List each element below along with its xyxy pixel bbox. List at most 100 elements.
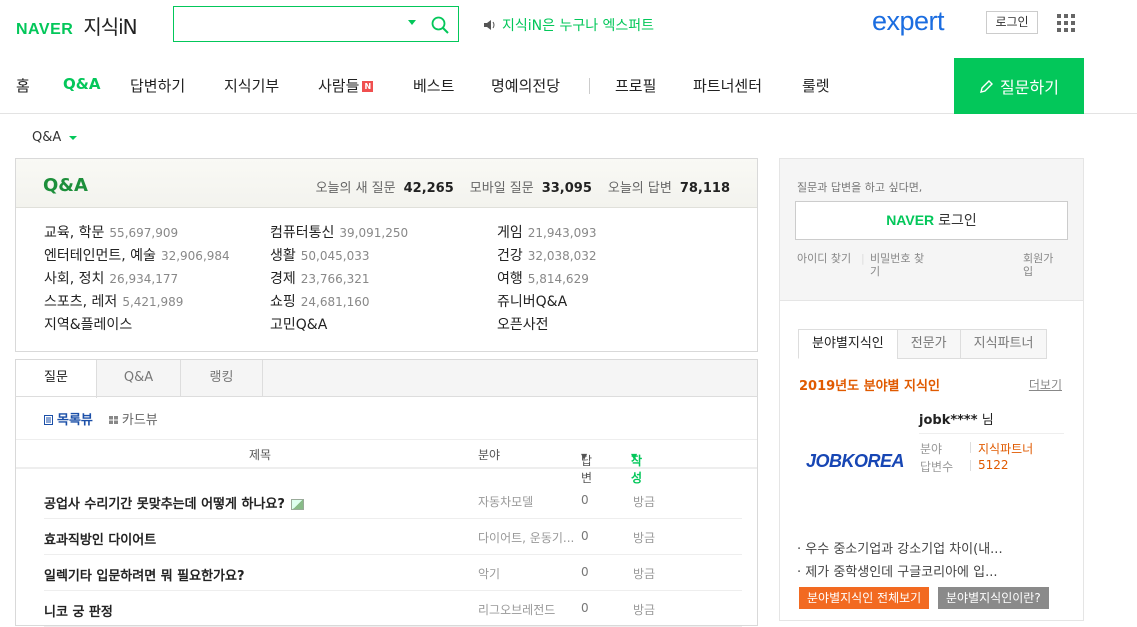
bullet-item[interactable]: · 우수 중소기업과 강소기업 차이(내... bbox=[797, 538, 1003, 557]
question-category[interactable]: 자동차모델 bbox=[478, 493, 578, 510]
naver-logo[interactable]: NAVER bbox=[16, 21, 73, 39]
card-view-button[interactable]: 카드뷰 bbox=[108, 409, 158, 428]
category-item[interactable]: 교육, 학문 55,697,909 bbox=[44, 222, 178, 242]
ask-question-button[interactable]: 질문하기 bbox=[954, 58, 1084, 114]
bullet-item[interactable]: · 제가 중학생인데 구글코리아에 입... bbox=[797, 561, 998, 580]
category-name: 엔터테인먼트, 예술 bbox=[44, 248, 156, 264]
question-tabs: 질문 Q&A 랭킹 bbox=[15, 359, 758, 398]
tab-qa[interactable]: Q&A bbox=[97, 360, 181, 397]
find-id-link[interactable]: 아이디 찾기 bbox=[797, 252, 859, 265]
question-category[interactable]: 리그오브레전드 bbox=[478, 601, 578, 618]
category-item[interactable]: 스포츠, 레저 5,421,989 bbox=[44, 291, 183, 311]
find-password-link[interactable]: 비밀번호 찾기 bbox=[870, 252, 932, 278]
expert-logo[interactable]: expert bbox=[872, 6, 945, 37]
nav-profile[interactable]: 프로필 bbox=[615, 75, 656, 96]
login-prompt: 질문과 답변을 하고 싶다면, bbox=[797, 181, 923, 194]
question-category[interactable]: 다이어트, 운동기... bbox=[478, 529, 578, 546]
question-time: 방금 bbox=[633, 603, 656, 617]
category-name: 여행 bbox=[497, 271, 523, 287]
answer-count: 0 bbox=[581, 601, 589, 615]
search-icon[interactable] bbox=[430, 15, 450, 35]
stat-label: 모바일 질문 bbox=[469, 181, 534, 196]
category-name: 스포츠, 레저 bbox=[44, 294, 118, 310]
nav-best[interactable]: 베스트 bbox=[413, 75, 454, 96]
user-count-value: 5122 bbox=[978, 458, 1009, 472]
search-input[interactable] bbox=[174, 7, 394, 41]
category-item[interactable]: 사회, 정치 26,934,177 bbox=[44, 268, 178, 288]
category-name: 쇼핑 bbox=[270, 294, 296, 310]
category-name: 컴퓨터통신 bbox=[270, 225, 335, 241]
nav-donate[interactable]: 지식기부 bbox=[224, 75, 279, 96]
link-divider: | bbox=[861, 252, 865, 265]
question-row[interactable]: 효과직방인 다이어트 다이어트, 운동기... 0 방금 bbox=[44, 519, 742, 555]
question-category[interactable]: 악기 bbox=[478, 565, 578, 582]
nav-roulette[interactable]: 룰렛 bbox=[802, 75, 830, 96]
question-title[interactable]: 효과직방인 다이어트 bbox=[44, 529, 156, 548]
category-item[interactable]: 컴퓨터통신 39,091,250 bbox=[270, 222, 408, 242]
more-link[interactable]: 더보기 bbox=[1029, 376, 1062, 393]
question-title[interactable]: 공업사 수리기간 못맞추는데 어떻게 하나요? bbox=[44, 493, 304, 512]
question-time: 방금 bbox=[633, 531, 656, 545]
bullet-text: 제가 중학생인데 구글코리아에 입... bbox=[805, 565, 998, 580]
category-item[interactable]: 게임 21,943,093 bbox=[497, 222, 596, 242]
list-view-button[interactable]: 목록뷰 bbox=[44, 409, 93, 428]
notice-text: 지식iN은 누구나 엑스퍼트 bbox=[502, 18, 655, 34]
login-button[interactable]: 로그인 bbox=[986, 11, 1038, 34]
question-title-text: 효과직방인 다이어트 bbox=[44, 533, 157, 548]
category-item[interactable]: 경제 23,766,321 bbox=[270, 268, 369, 288]
question-row[interactable]: 니코 궁 판정 리그오브레전드 0 방금 bbox=[44, 591, 742, 627]
bullet-text: 우수 중소기업과 강소기업 차이(내... bbox=[805, 542, 1003, 557]
breadcrumb-label: Q&A bbox=[32, 130, 62, 145]
stat-new-questions: 오늘의 새 질문 42,265 bbox=[316, 177, 454, 196]
naver-login-button[interactable]: NAVER 로그인 bbox=[795, 201, 1068, 240]
list-header: 제목 분야 답변 ▼ 작성 ▼ bbox=[16, 439, 757, 485]
tab-ranking[interactable]: 랭킹 bbox=[181, 360, 263, 397]
category-item[interactable]: 쇼핑 24,681,160 bbox=[270, 291, 369, 311]
tab-partner[interactable]: 지식파트너 bbox=[959, 329, 1048, 359]
nav-qa[interactable]: Q&A bbox=[63, 75, 100, 93]
notice-banner[interactable]: 지식iN은 누구나 엑스퍼트 bbox=[483, 15, 654, 35]
nav-people[interactable]: 사람들 N bbox=[318, 75, 374, 96]
tab-field-expert[interactable]: 분야별지식인 bbox=[798, 329, 898, 359]
question-title-text: 일렉기타 입문하려면 뭐 필요한가요? bbox=[44, 569, 245, 584]
view-all-experts-button[interactable]: 분야별지식인 전체보기 bbox=[799, 587, 930, 609]
kin-logo[interactable]: 지식iN bbox=[83, 11, 137, 40]
question-row[interactable]: 일렉기타 입문하려면 뭐 필요한가요? 악기 0 방금 bbox=[44, 555, 742, 591]
chevron-down-icon bbox=[69, 135, 78, 140]
divider bbox=[919, 433, 1064, 434]
question-title[interactable]: 일렉기타 입문하려면 뭐 필요한가요? bbox=[44, 565, 245, 584]
card-grid-icon bbox=[108, 416, 118, 424]
jobkorea-logo[interactable]: JOBKOREA bbox=[806, 451, 905, 472]
question-title[interactable]: 니코 궁 판정 bbox=[44, 601, 113, 620]
category-item[interactable]: 지역&플레이스 bbox=[44, 314, 132, 334]
apps-grid-icon[interactable] bbox=[1057, 14, 1075, 32]
nav-home[interactable]: 홈 bbox=[16, 75, 30, 96]
category-item[interactable]: 여행 5,814,629 bbox=[497, 268, 589, 288]
category-item[interactable]: 오픈사전 bbox=[497, 314, 549, 334]
category-name: 경제 bbox=[270, 271, 296, 287]
stat-value: 78,118 bbox=[679, 181, 730, 196]
tab-questions[interactable]: 질문 bbox=[16, 360, 97, 398]
what-is-expert-button[interactable]: 분야별지식인이란? bbox=[938, 587, 1049, 609]
new-badge: N bbox=[362, 81, 374, 92]
nav-hall-of-fame[interactable]: 명예의전당 bbox=[491, 75, 560, 96]
category-item[interactable]: 고민Q&A bbox=[270, 314, 327, 334]
user-name[interactable]: jobk**** 님 bbox=[919, 409, 994, 428]
nav-partner-center[interactable]: 파트너센터 bbox=[693, 75, 762, 96]
breadcrumb[interactable]: Q&A bbox=[32, 130, 78, 145]
user-count-label: 답변수 bbox=[920, 460, 954, 474]
category-count: 32,906,984 bbox=[160, 249, 230, 263]
tab-professional[interactable]: 전문가 bbox=[896, 329, 961, 359]
category-item[interactable]: 쥬니버Q&A bbox=[497, 291, 567, 311]
nav-answer[interactable]: 답변하기 bbox=[130, 75, 185, 96]
join-link[interactable]: 회원가입 bbox=[1023, 252, 1063, 278]
category-item[interactable]: 엔터테인먼트, 예술 32,906,984 bbox=[44, 245, 230, 265]
expert-tabs: 분야별지식인 전문가 지식파트너 bbox=[798, 329, 1048, 359]
category-item[interactable]: 생활 50,045,033 bbox=[270, 245, 369, 265]
question-row[interactable]: 공업사 수리기간 못맞추는데 어떻게 하나요? 자동차모델 0 방금 bbox=[44, 483, 742, 519]
naver-kin-logo[interactable]: NAVER 지식iN bbox=[16, 11, 138, 40]
expert-panel: 분야별지식인 전문가 지식파트너 2019년도 분야별 지식인 더보기 JOBK… bbox=[779, 301, 1084, 621]
category-count: 55,697,909 bbox=[109, 226, 179, 240]
search-dropdown-icon[interactable] bbox=[408, 20, 416, 25]
category-item[interactable]: 건강 32,038,032 bbox=[497, 245, 596, 265]
